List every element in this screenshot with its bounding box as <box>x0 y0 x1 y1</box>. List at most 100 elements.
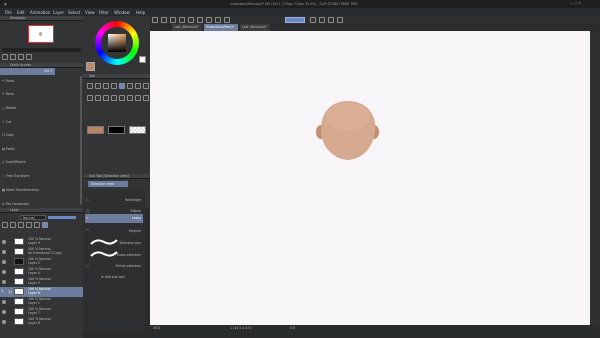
eyedropper-icon[interactable] <box>135 83 141 89</box>
menu-filter[interactable]: Filter <box>99 10 109 15</box>
zoom-tool-icon[interactable] <box>87 83 93 89</box>
menu-edit[interactable]: Edit <box>17 10 25 15</box>
window-controls[interactable]: — ▢ ✕ <box>570 1 581 5</box>
menu-layer[interactable]: Layer <box>53 10 64 15</box>
menu-select[interactable]: Select <box>68 10 80 15</box>
layer-row[interactable]: 100 % Normal for thumbnail 3 Copy <box>0 247 83 257</box>
eye-icon[interactable] <box>2 280 6 284</box>
eraser-icon[interactable] <box>119 94 125 101</box>
sub-tool-selection-pen[interactable]: Selection pen <box>85 236 143 248</box>
layer-move-icon[interactable] <box>111 83 117 89</box>
main-color-swatch[interactable] <box>86 62 95 71</box>
lock-alpha-icon[interactable] <box>26 222 32 228</box>
selection-tool-icon[interactable] <box>119 83 125 89</box>
eye-icon[interactable] <box>2 310 6 314</box>
undo-icon[interactable] <box>179 17 185 23</box>
qa-item-cut[interactable]: ✂ Cut <box>2 119 11 124</box>
fill-tool-icon[interactable] <box>135 94 141 101</box>
deselect-icon[interactable] <box>224 17 230 23</box>
sub-color-swatch[interactable] <box>139 56 146 63</box>
new-icon[interactable] <box>152 17 158 23</box>
blend-icon[interactable] <box>127 94 133 101</box>
layer-row[interactable]: 100 % Normal Layer 1 <box>0 297 83 307</box>
redo-icon[interactable] <box>188 17 194 23</box>
decoration-icon[interactable] <box>111 94 117 101</box>
blend-mode-select[interactable]: Normal <box>20 215 46 220</box>
rotate-icon[interactable] <box>26 54 32 60</box>
canvas-tab[interactable]: Last (Remove)* <box>172 24 202 31</box>
airbrush-icon[interactable] <box>103 94 109 101</box>
qa-item-redo[interactable]: ↷ Redo <box>2 91 14 96</box>
layer-row[interactable]: 100 % Normal Layer 8 <box>0 317 83 327</box>
qa-item-mesh-transformation[interactable]: ▦ Mesh Transformation <box>2 187 39 192</box>
qa-item-scale-rotate[interactable]: ⤢ Scale/Rotate <box>2 159 26 164</box>
status-zoom[interactable]: 35.0 <box>153 326 160 330</box>
pen-icon[interactable] <box>143 83 149 89</box>
mask-icon[interactable] <box>34 222 40 228</box>
sync-icon[interactable] <box>337 17 343 23</box>
drawing-color-sub[interactable] <box>108 126 125 134</box>
ruler-icon[interactable] <box>319 17 325 23</box>
color-square[interactable] <box>108 34 126 52</box>
zoom-slider[interactable] <box>2 48 81 52</box>
snap-icon[interactable] <box>310 17 316 23</box>
navigator-preview[interactable] <box>28 25 54 43</box>
eye-icon[interactable] <box>2 300 6 304</box>
qa-item-delete[interactable]: ◻ Delete <box>2 105 16 110</box>
sub-tool-erase-selection[interactable]: Erase selection <box>85 248 143 260</box>
fit-icon[interactable] <box>18 54 24 60</box>
status-angle[interactable]: 0.0 <box>290 326 295 330</box>
auto-select-icon[interactable] <box>127 83 133 89</box>
operation-tool-icon[interactable] <box>103 83 109 89</box>
open-icon[interactable] <box>161 17 167 23</box>
reference-icon[interactable] <box>10 222 16 228</box>
eye-icon[interactable] <box>2 320 6 324</box>
gradient-icon[interactable] <box>143 94 149 101</box>
menu-file[interactable]: File <box>5 10 12 15</box>
active-layer-option-icon[interactable] <box>42 222 48 228</box>
layer-row[interactable]: 100 % Normal Layer 5 <box>0 277 83 287</box>
move-tool-icon[interactable] <box>95 83 101 89</box>
fill-icon[interactable] <box>206 17 212 23</box>
zoom-in-icon[interactable] <box>10 54 16 60</box>
transform-icon[interactable] <box>215 17 221 23</box>
qa-item-free-transform[interactable]: ⬚ Free Transform <box>2 173 30 178</box>
sub-tool-lasso-selected[interactable]: ∿ Lasso <box>85 214 143 223</box>
layer-row[interactable]: 100 % Normal Layer 4 <box>0 267 83 277</box>
eye-icon[interactable] <box>2 240 6 244</box>
canvas-tab-active[interactable]: Illustration(Rem)* <box>204 24 238 31</box>
eye-icon[interactable] <box>8 290 12 294</box>
qa-item-paste[interactable]: ▤ Paste <box>2 146 15 151</box>
drawing-color-main[interactable] <box>87 126 104 134</box>
clip-icon[interactable] <box>2 222 8 228</box>
color-wheel[interactable] <box>95 21 139 65</box>
save-icon[interactable] <box>170 17 176 23</box>
eye-icon[interactable] <box>2 260 6 264</box>
zoom-out-icon[interactable] <box>2 54 8 60</box>
lock-icon[interactable] <box>18 222 24 228</box>
menu-help[interactable]: Help <box>136 10 145 15</box>
clear-icon[interactable] <box>197 17 203 23</box>
sub-tool-rectangle[interactable]: ▭ Rectangle <box>85 195 143 204</box>
menu-window[interactable]: Window <box>114 10 130 15</box>
active-command-button[interactable] <box>285 17 305 23</box>
quick-access-scrollbar[interactable] <box>80 76 82 204</box>
layer-row[interactable]: 100 % Normal Layer 7 <box>0 307 83 317</box>
grid-icon[interactable] <box>328 17 334 23</box>
menu-animation[interactable]: Animation <box>30 10 50 15</box>
add-sub-tool-button[interactable]: ⊕ Add sub tool <box>101 274 141 281</box>
pencil-icon[interactable] <box>87 94 93 101</box>
qa-item-copy[interactable]: ❐ Copy <box>2 132 14 137</box>
brush-icon[interactable] <box>95 94 101 101</box>
qa-item-flip-horizontal[interactable]: ⇋ Flip Horizontal <box>2 201 29 206</box>
canvas-vertical-scrollbar[interactable] <box>590 31 600 325</box>
eye-icon[interactable] <box>2 270 6 274</box>
layer-row[interactable]: 100 % Normal Layer 9 <box>0 237 83 247</box>
layer-row-selected[interactable]: ✎ 100 % Normal Layer 6 <box>0 287 83 297</box>
drawing-color-transparent[interactable] <box>129 126 146 134</box>
eye-icon[interactable] <box>2 250 6 254</box>
qa-item-undo[interactable]: ↶ Undo <box>2 78 14 83</box>
sub-tool-tab[interactable]: Selection area <box>88 181 128 187</box>
layer-row[interactable]: 100 % Normal Layer 2 <box>0 257 83 267</box>
canvas[interactable] <box>150 31 590 325</box>
